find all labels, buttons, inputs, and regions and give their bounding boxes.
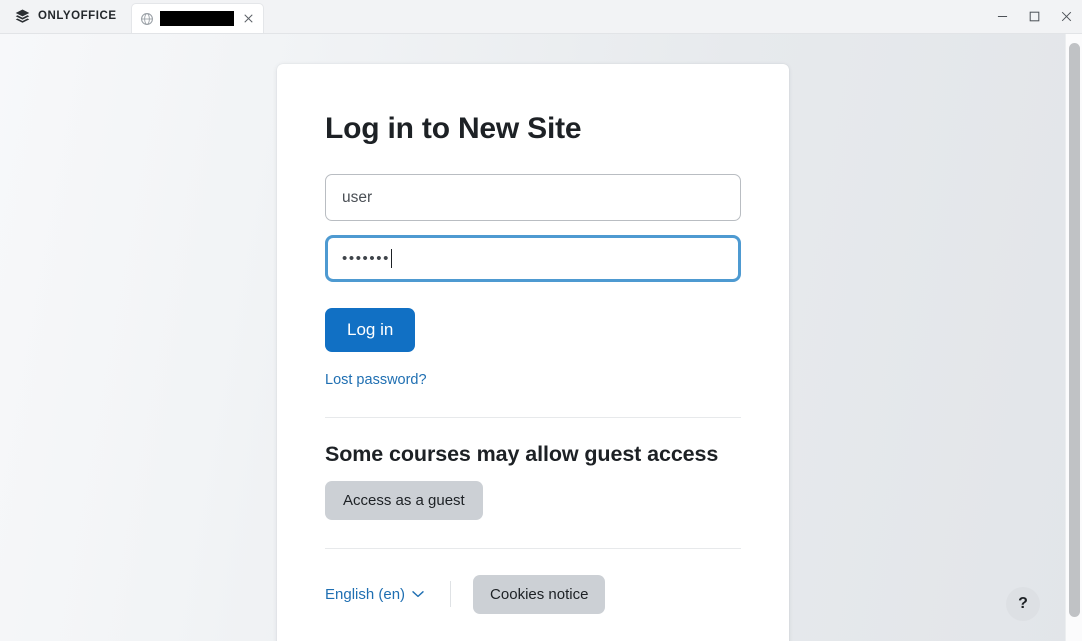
username-input[interactable] (325, 174, 741, 221)
divider-bottom (325, 547, 741, 549)
page-title: Log in to New Site (325, 112, 582, 145)
window-close-button[interactable] (1050, 1, 1082, 31)
language-label: English (en) (325, 585, 406, 603)
footer-separator (450, 581, 452, 608)
tab-title (159, 11, 234, 26)
login-button[interactable]: Log in (325, 308, 416, 352)
text-caret (390, 249, 393, 268)
brand-name: ONLYOFFICE (38, 10, 117, 22)
guest-access-heading: Some courses may allow guest access (325, 441, 719, 466)
browser-tab[interactable] (130, 3, 264, 33)
language-selector[interactable]: English (en) (325, 586, 424, 603)
titlebar: ONLYOFFICE (0, 0, 1082, 34)
card-footer: English (en) Cookies notice (325, 574, 741, 615)
password-input[interactable]: ••••••• (325, 235, 741, 282)
chevron-down-icon (412, 591, 424, 598)
scrollbar-thumb[interactable] (1069, 43, 1080, 617)
layers-icon (15, 9, 30, 23)
password-masked-value: ••••••• (342, 250, 390, 267)
minimize-icon (997, 15, 1007, 17)
maximize-button[interactable] (1018, 1, 1050, 31)
tab-close-icon[interactable] (240, 10, 257, 27)
password-field-wrapper: ••••••• (325, 235, 741, 282)
access-as-guest-button[interactable]: Access as a guest (325, 480, 483, 520)
brand: ONLYOFFICE (0, 0, 131, 33)
help-button[interactable]: ? (1006, 587, 1040, 621)
tabstrip (130, 0, 986, 33)
cookies-notice-button[interactable]: Cookies notice (473, 574, 606, 615)
page-viewport: Log in to New Site ••••••• Log in Lost p… (0, 34, 1082, 641)
application-window: ONLYOFFICE Log in to New Site user •••••… (0, 0, 1082, 641)
vertical-scrollbar[interactable] (1065, 34, 1082, 641)
lost-password-link[interactable]: Lost password? (325, 372, 427, 388)
minimize-button[interactable] (986, 1, 1018, 31)
divider-top (325, 416, 741, 418)
window-controls (986, 0, 1082, 33)
close-icon (1061, 11, 1071, 21)
globe-icon (140, 12, 153, 25)
maximize-icon (1029, 11, 1039, 21)
login-card: Log in to New Site ••••••• Log in Lost p… (277, 64, 789, 641)
